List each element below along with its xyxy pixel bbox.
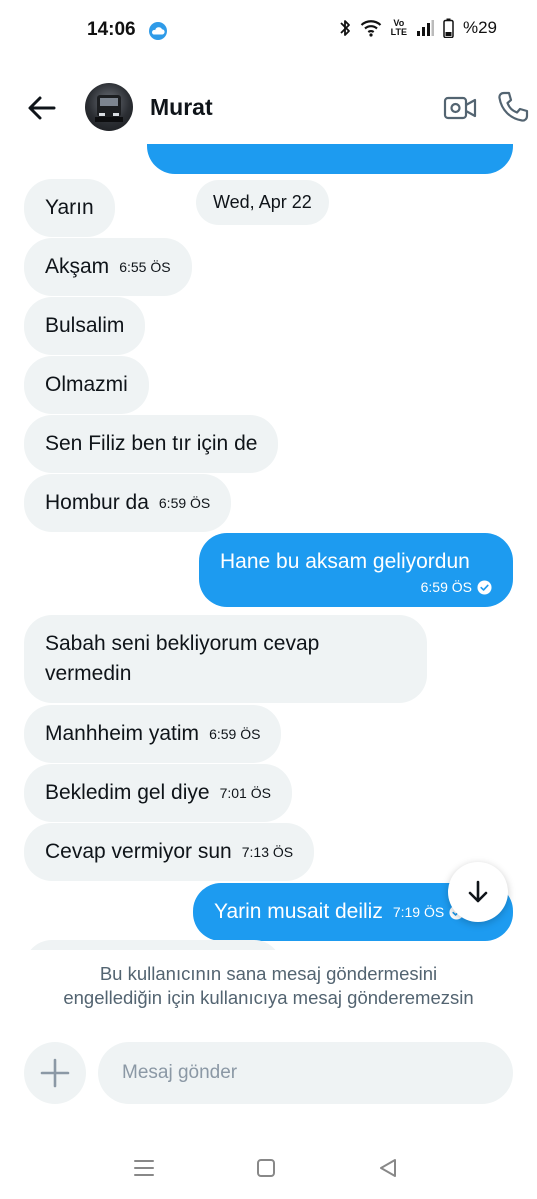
message-time: 7:01 ÖS [219,785,271,801]
message-text: Bekledim gel diye [45,781,210,804]
message-time: 7:13 ÖS [241,844,294,860]
status-bar: 14:06 Vo LTE %29 [0,0,537,62]
plus-icon [40,1058,70,1088]
message-bubble[interactable]: Bulsalim [24,297,146,355]
message-bubble[interactable]: Sen Filiz ben tır için de [24,415,279,473]
message-text: Hane bu aksam geliyordun [220,550,470,573]
message-text: Yarin musait deiliz [214,900,383,923]
blocked-notice: Bu kullanıcının sana mesaj göndermesini … [0,962,537,1010]
message-bubble[interactable]: Bekledim gel diye 7:01 ÖS [24,764,292,822]
message-text: Akşam [45,255,110,278]
system-nav-bar [0,1140,537,1199]
message-list[interactable]: Yarın Wed, Apr 22 Akşam 6:55 ÖS Bulsalim … [0,144,537,950]
message-text: Olmazmi [45,373,128,396]
scroll-down-button[interactable] [448,862,508,922]
message-time: 6:59 ÖS [158,495,211,511]
message-time: 6:59 ÖS [209,726,261,742]
signal-icon [416,20,434,36]
message-text: Yarın [45,196,94,219]
chat-header: Murat [0,72,537,144]
check-circle-icon [477,580,492,595]
wifi-icon [360,20,381,37]
message-time: 7:19 ÖS [392,904,445,920]
truck-photo [95,95,123,122]
back-arrow-icon[interactable] [26,92,58,124]
menu-icon[interactable] [130,1154,158,1182]
message-bubble[interactable]: Olmazmi [24,356,149,414]
message-bubble[interactable]: Cevap vermiyor sun 7:13 ÖS [24,823,315,881]
arrow-down-icon [468,880,488,903]
message-bubble[interactable]: Akşam 6:55 ÖS [24,238,192,296]
message-bubble-partial[interactable] [24,940,282,950]
phone-icon[interactable] [496,90,530,124]
message-bubble[interactable]: Sabah seni bekliyorum cevap vermedin [24,615,427,703]
message-bubble[interactable]: Hane bu aksam geliyordun 6:59 ÖS [199,533,513,607]
video-camera-icon[interactable] [443,93,477,123]
date-chip: Wed, Apr 22 [196,180,329,225]
add-button[interactable] [24,1042,86,1104]
avatar[interactable] [85,83,133,131]
message-input[interactable] [98,1042,513,1104]
volte-bottom: LTE [390,27,407,37]
message-bubble-partial[interactable] [147,144,513,174]
back-triangle-icon[interactable] [374,1154,402,1182]
message-text: Hombur da [45,491,149,514]
status-time: 14:06 [87,19,136,40]
message-bubble[interactable]: Hombur da 6:59 ÖS [24,474,232,532]
blocked-notice-line2: engellediğin için kullanıcıya mesaj gönd… [63,987,474,1008]
message-text: Bulsalim [45,314,125,337]
battery-icon [443,18,454,38]
message-bubble[interactable]: Manhheim yatim 6:59 ÖS [24,705,282,763]
status-icons: Vo LTE %29 [339,18,497,38]
message-text: Manhheim yatim [45,722,200,745]
message-text: Sen Filiz ben tır için de [45,432,258,455]
bluetooth-icon [339,20,350,36]
weather-icon [149,22,167,40]
blocked-notice-line1: Bu kullanıcının sana mesaj göndermesini [99,963,438,984]
message-composer[interactable] [98,1042,513,1104]
message-time: 6:59 ÖS [420,579,472,595]
volte-indicator: Vo LTE [391,19,407,37]
message-time: 6:55 ÖS [119,259,171,275]
home-square-icon[interactable] [252,1154,280,1182]
contact-name[interactable]: Murat [150,94,213,121]
message-bubble[interactable]: Yarın [24,179,115,237]
battery-percent: %29 [462,18,497,37]
message-text: Sabah seni bekliyorum cevap vermedin [45,632,320,685]
message-text: Cevap vermiyor sun [45,840,232,863]
